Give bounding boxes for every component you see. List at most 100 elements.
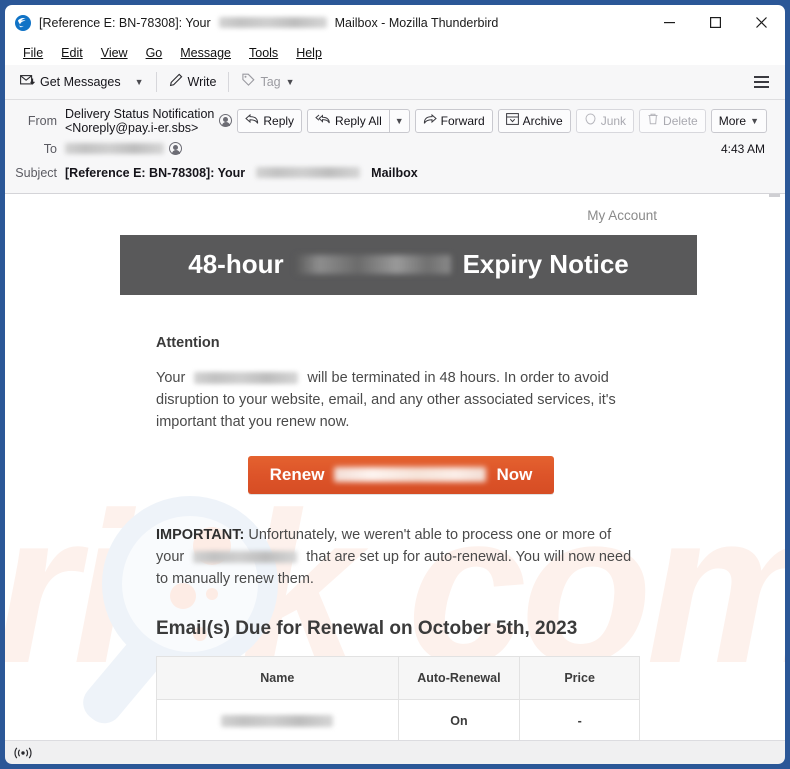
menu-message-label: Message <box>180 45 231 60</box>
junk-button[interactable]: Junk <box>575 108 635 133</box>
get-messages-button[interactable]: Get Messages <box>13 70 128 94</box>
tag-button[interactable]: Tag ▼ <box>234 69 301 94</box>
redacted-domain-title <box>218 17 327 29</box>
message-actions: Reply Reply All ▼ Forward Archive Junk D… <box>232 108 775 133</box>
subject-prefix: [Reference E: BN-78308]: Your <box>65 165 246 180</box>
forward-button[interactable]: Forward <box>414 108 493 133</box>
cta-prefix: Renew <box>269 464 325 484</box>
paragraph-two: IMPORTANT: Unfortunately, we weren't abl… <box>156 524 636 590</box>
reply-all-label: Reply All <box>335 113 382 128</box>
delete-label: Delete <box>663 113 698 128</box>
chevron-down-icon: ▼ <box>134 76 144 87</box>
redacted-recipient <box>65 143 164 155</box>
trash-icon <box>647 113 659 128</box>
status-bar <box>5 740 785 764</box>
menu-view[interactable]: View <box>92 44 137 62</box>
subject-value: [Reference E: BN-78308]: Your Mailbox <box>65 166 418 180</box>
message-header: From Delivery Status Notification <Norep… <box>5 99 785 194</box>
menu-tools-label: Tools <box>249 45 279 60</box>
minimize-button[interactable] <box>646 5 692 41</box>
delete-button[interactable]: Delete <box>639 108 706 133</box>
my-account-link[interactable]: My Account <box>5 194 785 223</box>
get-messages-icon <box>20 74 35 90</box>
message-time: 4:43 AM <box>720 141 765 156</box>
write-label: Write <box>187 74 217 89</box>
table-header-row: Name Auto-Renewal Price <box>156 655 640 700</box>
cell-auto-renewal: On <box>397 698 521 741</box>
chevron-down-icon: ▼ <box>394 115 404 126</box>
title-bar: [Reference E: BN-78308]: Your Mailbox - … <box>5 5 785 41</box>
contact-icon[interactable] <box>219 114 233 128</box>
to-row: To 4:43 AM <box>5 137 785 161</box>
window-title-suffix: Mailbox - Mozilla Thunderbird <box>334 15 499 30</box>
menu-file-label: File <box>23 45 44 60</box>
close-button[interactable] <box>738 5 784 41</box>
reply-icon <box>245 113 259 128</box>
paragraph-one-start: Your <box>156 369 186 386</box>
archive-label: Archive <box>522 113 563 128</box>
reply-button[interactable]: Reply <box>237 108 303 133</box>
menu-help[interactable]: Help <box>287 44 331 62</box>
menu-file[interactable]: File <box>14 44 52 62</box>
menu-tools[interactable]: Tools <box>240 44 287 62</box>
maximize-button[interactable] <box>692 5 738 41</box>
hamburger-line-2 <box>754 80 769 83</box>
expiry-banner: 48-hour Expiry Notice <box>120 234 697 295</box>
toolbar-separator-2 <box>228 71 230 92</box>
email-content: My Account 48-hour Expiry Notice Attenti… <box>5 194 785 741</box>
subject-label: Subject <box>15 165 57 180</box>
column-header-auto-renewal: Auto-Renewal <box>397 655 521 700</box>
table-row: On - <box>156 698 640 741</box>
app-menu-button[interactable] <box>746 68 777 96</box>
toolbar-separator <box>155 71 157 92</box>
hamburger-line-1 <box>754 75 769 78</box>
renewal-table: Name Auto-Renewal Price On - <box>156 655 640 741</box>
archive-button[interactable]: Archive <box>497 108 571 133</box>
junk-icon <box>584 113 597 128</box>
email-text-column: Attention Your will be terminated in 48 … <box>156 335 640 741</box>
subject-row: Subject [Reference E: BN-78308]: Your Ma… <box>5 161 785 185</box>
paragraph-one: Your will be terminated in 48 hours. In … <box>156 367 636 433</box>
from-address: Delivery Status Notification <Noreply@pa… <box>65 106 215 135</box>
thunderbird-window: [Reference E: BN-78308]: Your Mailbox - … <box>0 0 790 769</box>
menu-go-label: Go <box>145 45 163 60</box>
pencil-icon <box>169 73 183 90</box>
redacted-domain-body-1 <box>194 371 299 384</box>
more-button[interactable]: More ▼ <box>710 108 767 133</box>
thunderbird-icon <box>14 14 32 32</box>
renew-now-button[interactable]: Renew Now <box>247 455 555 494</box>
column-header-name: Name <box>156 655 399 700</box>
from-label: From <box>27 113 57 128</box>
cell-name <box>156 698 399 741</box>
redacted-domain-cta <box>334 467 487 483</box>
recipient-contact-icon[interactable] <box>169 142 182 156</box>
to-value[interactable] <box>65 142 182 156</box>
junk-label: Junk <box>600 113 627 128</box>
menu-edit[interactable]: Edit <box>52 44 92 62</box>
get-messages-dropdown[interactable]: ▼ <box>128 73 151 91</box>
from-row: From Delivery Status Notification <Norep… <box>5 105 785 137</box>
redacted-domain-banner <box>295 255 451 275</box>
window-controls <box>646 5 785 41</box>
reply-all-button[interactable]: Reply All <box>307 108 390 133</box>
more-label: More <box>718 113 747 128</box>
menu-bar: File Edit View Go Message Tools Help <box>5 40 785 65</box>
reply-all-dropdown[interactable]: ▼ <box>389 108 410 133</box>
window-title: [Reference E: BN-78308]: Your Mailbox - … <box>39 16 498 30</box>
tag-icon <box>241 73 256 90</box>
from-value[interactable]: Delivery Status Notification <Noreply@pa… <box>65 106 233 135</box>
redacted-domain-subject <box>256 167 361 179</box>
forward-label: Forward <box>440 113 485 128</box>
write-button[interactable]: Write <box>162 69 224 94</box>
menu-help-label: Help <box>296 45 322 60</box>
banner-suffix: Expiry Notice <box>462 249 629 280</box>
cta-suffix: Now <box>496 464 533 484</box>
due-renewal-title: Email(s) Due for Renewal on October 5th,… <box>156 617 578 639</box>
menu-message[interactable]: Message <box>171 44 240 62</box>
window-title-prefix: [Reference E: BN-78308]: Your <box>39 15 211 30</box>
cell-price: - <box>519 698 640 741</box>
online-indicator-icon <box>13 747 33 759</box>
banner-prefix: 48-hour <box>188 249 284 280</box>
banner-text: 48-hour Expiry Notice <box>188 249 629 280</box>
menu-go[interactable]: Go <box>137 44 172 62</box>
